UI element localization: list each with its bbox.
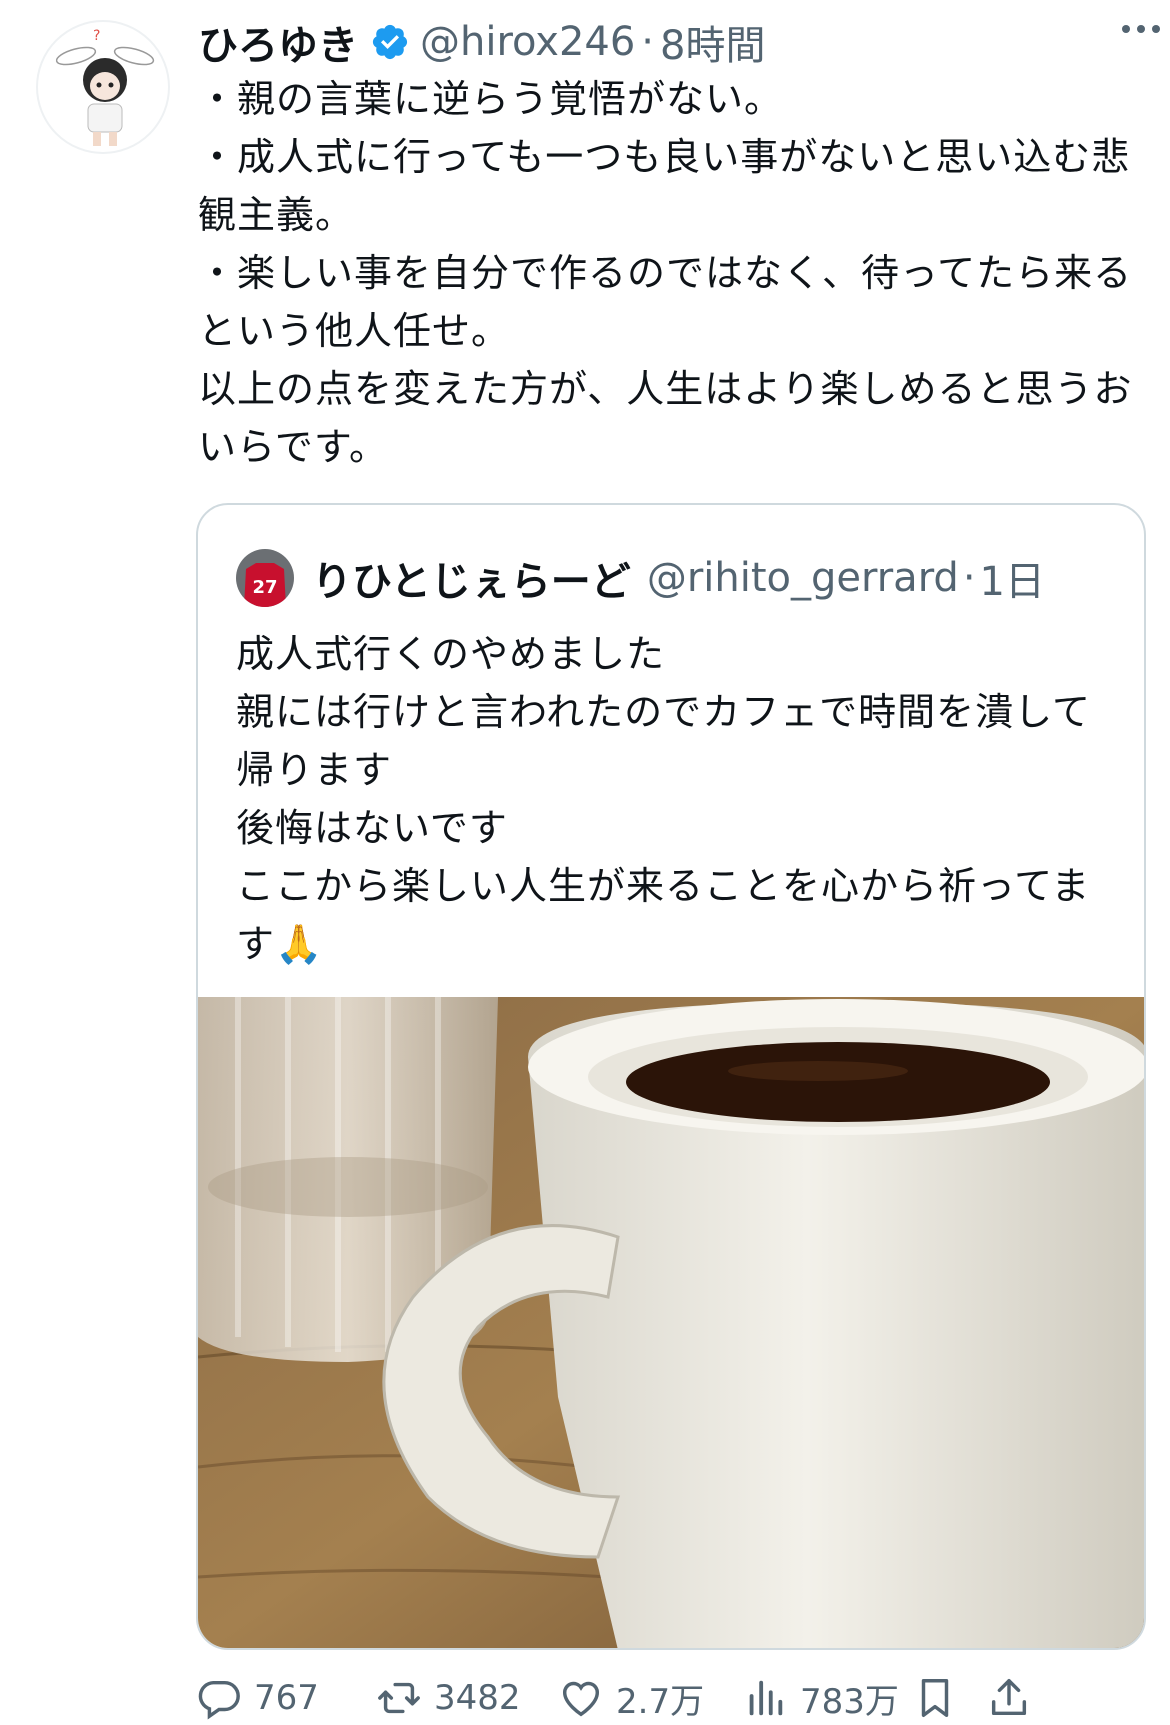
verified-badge-icon (372, 24, 408, 60)
quoted-author-avatar: 27 (236, 549, 294, 607)
retweet-icon (378, 1682, 420, 1714)
quoted-separator-dot: · (962, 555, 976, 601)
like-button[interactable]: 2.7万 (558, 1672, 704, 1724)
more-horizontal-icon[interactable] (1118, 14, 1164, 44)
views-count: 783万 (800, 1681, 899, 1722)
bookmark-icon (921, 1679, 949, 1717)
bookmark-button[interactable] (912, 1672, 958, 1724)
jersey-avatar-image: 27 (236, 549, 294, 607)
views-chart-icon (749, 1680, 783, 1716)
quoted-author-handle[interactable]: @rihito_gerrard (647, 555, 959, 601)
author-avatar[interactable]: ? (36, 20, 170, 154)
quoted-tweet-card[interactable]: 27 りひとじぇらーど @rihito_gerrard · 1日 成人式行くのや… (196, 503, 1146, 1650)
reply-button[interactable]: 767 (196, 1672, 319, 1724)
quoted-author-name[interactable]: りひとじぇらーど (312, 549, 631, 607)
quoted-timestamp[interactable]: 1日 (980, 549, 1045, 607)
jersey-number: 27 (252, 577, 277, 598)
svg-text:?: ? (93, 28, 100, 44)
tweet-timestamp[interactable]: 8時間 (660, 13, 765, 71)
reply-count: 767 (254, 1678, 319, 1718)
separator-dot: · (641, 19, 655, 65)
reply-icon (198, 1680, 240, 1720)
like-count: 2.7万 (616, 1681, 705, 1722)
share-button[interactable] (986, 1672, 1032, 1724)
share-icon (991, 1679, 1027, 1716)
views-button[interactable]: 783万 (742, 1672, 899, 1724)
quoted-tweet-header: 27 りひとじぇらーど @rihito_gerrard · 1日 (236, 549, 1045, 607)
tweet-header: ひろゆき @hirox246 · 8時間 (198, 14, 1140, 70)
author-handle[interactable]: @hirox246 (420, 19, 635, 65)
heart-icon (562, 1681, 600, 1717)
author-name[interactable]: ひろゆき (198, 13, 358, 71)
retweet-count: 3482 (434, 1678, 521, 1718)
coffee-cup-photo[interactable] (198, 997, 1146, 1650)
tweet-text: ・親の言葉に逆らう覚悟がない。 ・成人式に行っても一つも良い事がないと思い込む悲… (198, 77, 1133, 469)
quoted-tweet-text: 成人式行くのやめました 親には行けと言われたのでカフェで時間を潰して帰ります 後… (236, 632, 1091, 966)
tweet-actions-bar: 767 3482 2.7万 783万 (196, 1672, 1150, 1724)
retweet-button[interactable]: 3482 (376, 1672, 521, 1724)
avatar-illustration: ? (55, 28, 155, 146)
